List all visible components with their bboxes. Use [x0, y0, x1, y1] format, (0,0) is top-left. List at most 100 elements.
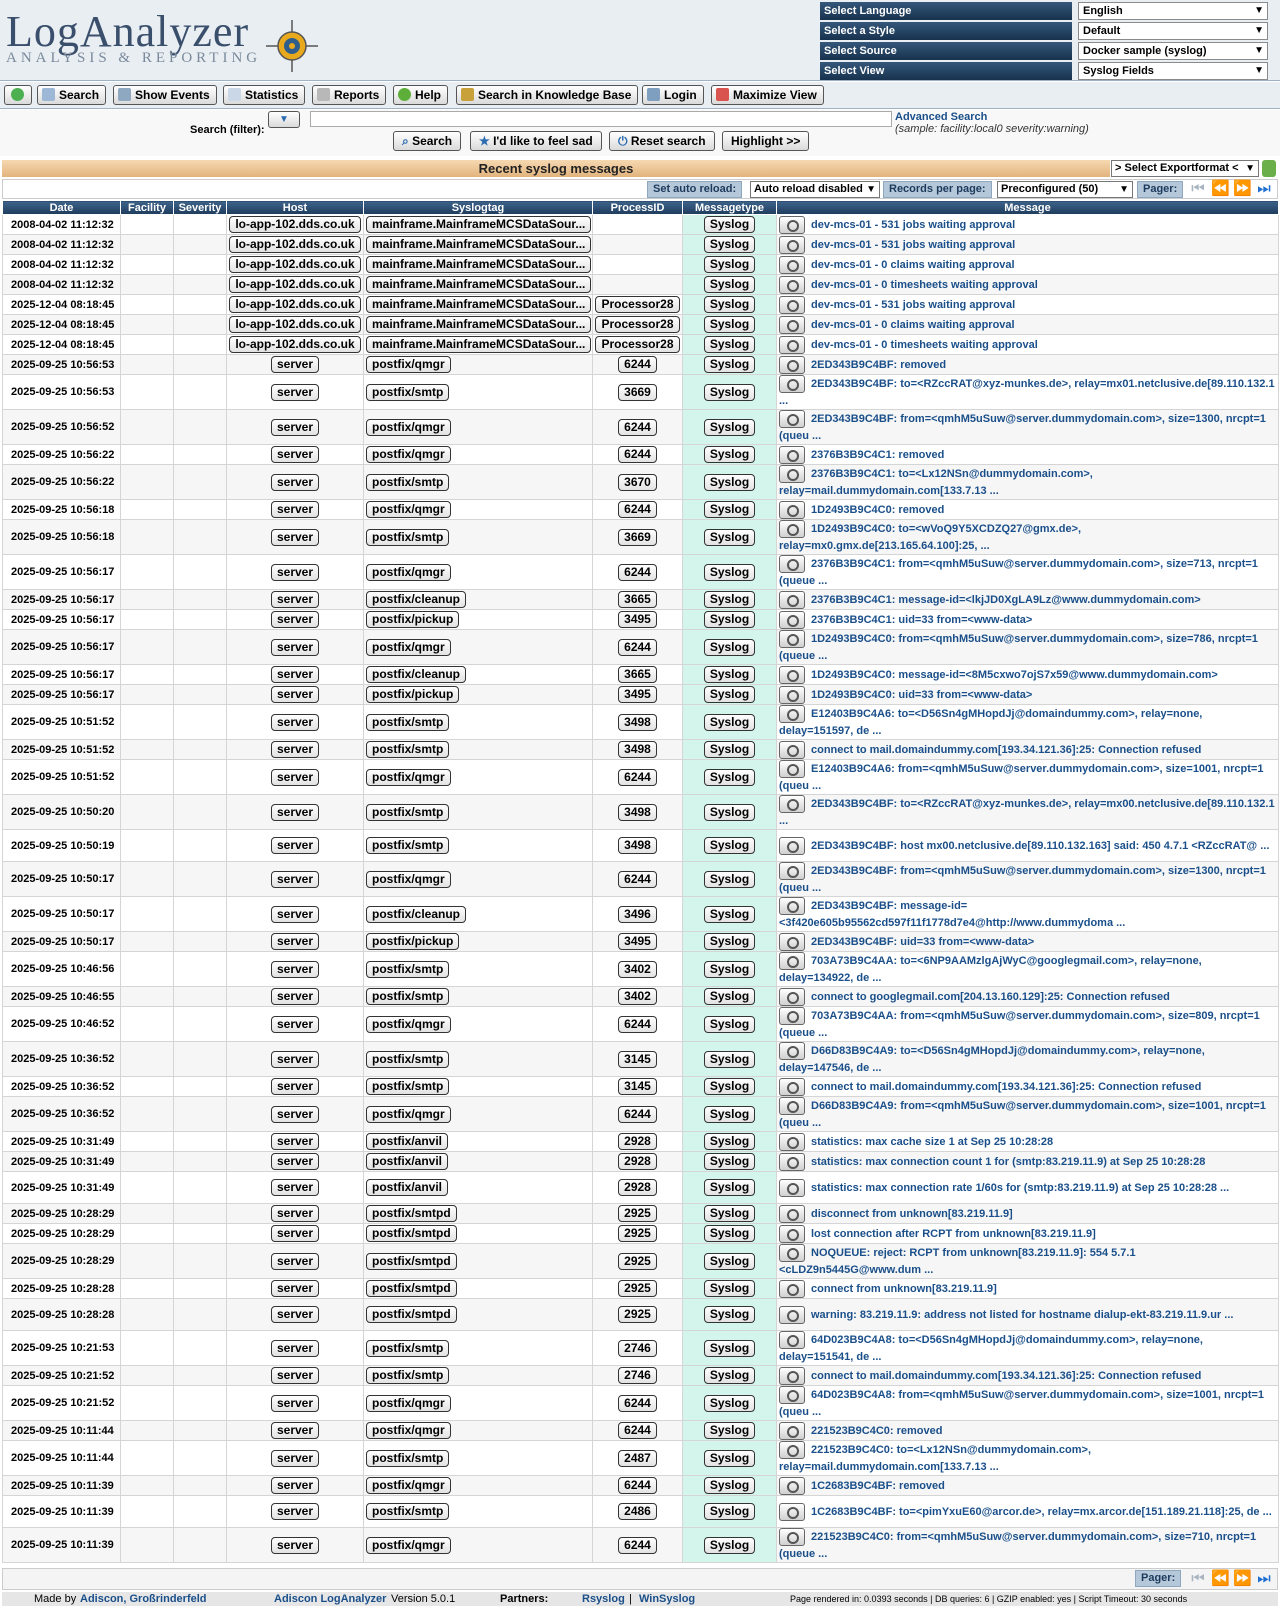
nav-search-button[interactable]: Search	[37, 85, 107, 105]
knowledge-base-button[interactable]: Search in Knowledge Base	[456, 85, 639, 105]
processid-tag[interactable]: 3402	[618, 960, 657, 978]
syslogtag-tag[interactable]: postfix/qmgr	[366, 870, 451, 888]
messagetype-tag[interactable]: Syslog	[703, 1422, 756, 1439]
auto-reload-select[interactable]: Auto reload disabled ▼	[750, 181, 880, 198]
message-details-icon[interactable]	[779, 862, 805, 880]
message-text[interactable]: dev-mcs-01 - 531 jobs waiting approval	[811, 238, 1015, 250]
syslogtag-tag[interactable]: postfix/smtp	[366, 473, 450, 491]
messagetype-tag[interactable]: Syslog	[703, 686, 756, 703]
processid-tag[interactable]: 3498	[618, 803, 657, 821]
syslogtag-tag[interactable]: postfix/qmgr	[366, 768, 451, 786]
messagetype-tag[interactable]: Syslog	[703, 236, 756, 253]
host-tag[interactable]: server	[270, 383, 320, 401]
processid-tag[interactable]: 2928	[618, 1133, 657, 1150]
message-details-icon[interactable]	[779, 1152, 805, 1171]
login-button[interactable]: Login	[642, 85, 704, 105]
message-text[interactable]: D66D83B9C4A9: from=<qmhM5uSuw@server.dum…	[779, 1100, 1266, 1129]
message-text[interactable]: D66D83B9C4A9: to=<D56Sn4gMHopdJj@domaind…	[779, 1045, 1205, 1074]
message-details-icon[interactable]	[779, 987, 805, 1006]
processid-tag[interactable]: 3496	[618, 905, 657, 923]
message-details-icon[interactable]	[779, 1305, 805, 1324]
processid-tag[interactable]: 2928	[618, 1179, 657, 1196]
syslogtag-tag[interactable]: postfix/smtp	[366, 741, 450, 758]
last-page-icon[interactable]: ⏭	[1255, 181, 1273, 197]
host-tag[interactable]: server	[270, 741, 320, 758]
message-details-icon[interactable]	[779, 410, 805, 428]
message-details-icon[interactable]	[779, 1178, 805, 1197]
host-tag[interactable]: server	[270, 1477, 320, 1494]
syslogtag-tag[interactable]: postfix/qmgr	[366, 1105, 451, 1123]
syslogtag-tag[interactable]: postfix/smtpd	[366, 1252, 457, 1270]
messagetype-tag[interactable]: Syslog	[703, 1306, 756, 1323]
processid-tag[interactable]: 3498	[618, 741, 657, 758]
host-tag[interactable]: server	[270, 1225, 320, 1242]
message-text[interactable]: 221523B9C4C0: to=<Lx12NSn@dummydomain.co…	[779, 1444, 1091, 1473]
previous-page-icon[interactable]: ⏪	[1211, 1571, 1230, 1587]
messagetype-tag[interactable]: Syslog	[703, 1252, 756, 1270]
syslogtag-tag[interactable]: postfix/cleanup	[366, 905, 467, 923]
syslogtag-tag[interactable]: postfix/anvil	[366, 1133, 449, 1150]
message-text[interactable]: statistics: max connection rate 1/60s fo…	[811, 1181, 1229, 1193]
syslogtag-tag[interactable]: postfix/smtp	[366, 1050, 450, 1068]
message-text[interactable]: dev-mcs-01 - 531 jobs waiting approval	[811, 218, 1015, 230]
message-details-icon[interactable]	[779, 1224, 805, 1243]
processid-tag[interactable]: 3665	[618, 591, 657, 608]
host-tag[interactable]: server	[270, 1280, 320, 1297]
highlight-button[interactable]: Highlight >>	[722, 131, 810, 151]
winsyslog-link[interactable]: WinSyslog	[639, 1592, 695, 1606]
syslogtag-tag[interactable]: postfix/smtpd	[366, 1280, 457, 1297]
message-details-icon[interactable]	[779, 315, 805, 334]
records-per-page-select[interactable]: Preconfigured (50) ▼	[997, 181, 1133, 198]
message-details-icon[interactable]	[779, 335, 805, 354]
host-tag[interactable]: server	[270, 611, 320, 628]
message-text[interactable]: 2ED343B9C4BF: to=<RZccRAT@xyz-munkes.de>…	[779, 798, 1275, 827]
syslogtag-tag[interactable]: postfix/qmgr	[366, 446, 451, 463]
host-tag[interactable]: server	[270, 768, 320, 786]
processid-tag[interactable]: Processor28	[595, 296, 680, 313]
message-text[interactable]: disconnect from unknown[83.219.11.9]	[811, 1207, 1013, 1219]
host-tag[interactable]: server	[270, 1536, 320, 1554]
host-tag[interactable]: server	[270, 1367, 320, 1384]
messagetype-tag[interactable]: Syslog	[703, 1367, 756, 1384]
processid-tag[interactable]: 6244	[618, 768, 657, 786]
processid-tag[interactable]: 3670	[618, 473, 657, 491]
host-tag[interactable]: server	[270, 870, 320, 888]
syslogtag-tag[interactable]: mainframe.MainframeMCSDataSour...	[366, 236, 592, 253]
messagetype-tag[interactable]: Syslog	[703, 713, 756, 731]
message-text[interactable]: 2ED343B9C4BF: host mx00.netclusive.de[89…	[811, 839, 1269, 851]
syslogtag-tag[interactable]: postfix/pickup	[366, 686, 460, 703]
host-tag[interactable]: server	[270, 528, 320, 546]
messagetype-tag[interactable]: Syslog	[703, 591, 756, 608]
language-select[interactable]: English ▼	[1078, 2, 1268, 20]
host-tag[interactable]: server	[270, 1133, 320, 1150]
messagetype-tag[interactable]: Syslog	[703, 768, 756, 786]
message-details-icon[interactable]	[779, 275, 805, 294]
processid-tag[interactable]: 3495	[618, 933, 657, 950]
message-text[interactable]: 1C2683B9C4BF: to=<pimYxuE60@arcor.de>, r…	[811, 1505, 1272, 1517]
host-tag[interactable]: server	[270, 563, 320, 581]
processid-tag[interactable]: 2487	[618, 1449, 657, 1467]
message-text[interactable]: dev-mcs-01 - 0 timesheets waiting approv…	[811, 338, 1038, 350]
syslogtag-tag[interactable]: postfix/cleanup	[366, 666, 467, 683]
message-details-icon[interactable]	[779, 1502, 805, 1521]
syslogtag-tag[interactable]: postfix/smtp	[366, 1503, 450, 1520]
message-details-icon[interactable]	[779, 355, 805, 374]
processid-tag[interactable]: 3145	[618, 1078, 657, 1095]
host-tag[interactable]: server	[270, 1015, 320, 1033]
message-text[interactable]: E12403B9C4A6: from=<qmhM5uSuw@server.dum…	[779, 763, 1263, 792]
syslogtag-tag[interactable]: postfix/qmgr	[366, 501, 451, 518]
processid-tag[interactable]: 3145	[618, 1050, 657, 1068]
host-tag[interactable]: server	[270, 1105, 320, 1123]
processid-tag[interactable]: Processor28	[595, 336, 680, 353]
message-details-icon[interactable]	[779, 1441, 805, 1459]
message-details-icon[interactable]	[779, 255, 805, 274]
message-details-icon[interactable]	[779, 1077, 805, 1096]
host-tag[interactable]: lo-app-102.dds.co.uk	[229, 296, 361, 313]
message-text[interactable]: 2376B3B9C4C1: message-id=<lkjJD0XgLA9Lz@…	[811, 593, 1201, 605]
host-tag[interactable]: server	[270, 473, 320, 491]
messagetype-tag[interactable]: Syslog	[703, 383, 756, 401]
message-details-icon[interactable]	[779, 215, 805, 234]
messagetype-tag[interactable]: Syslog	[703, 501, 756, 518]
messagetype-tag[interactable]: Syslog	[703, 988, 756, 1005]
message-details-icon[interactable]	[779, 1204, 805, 1223]
